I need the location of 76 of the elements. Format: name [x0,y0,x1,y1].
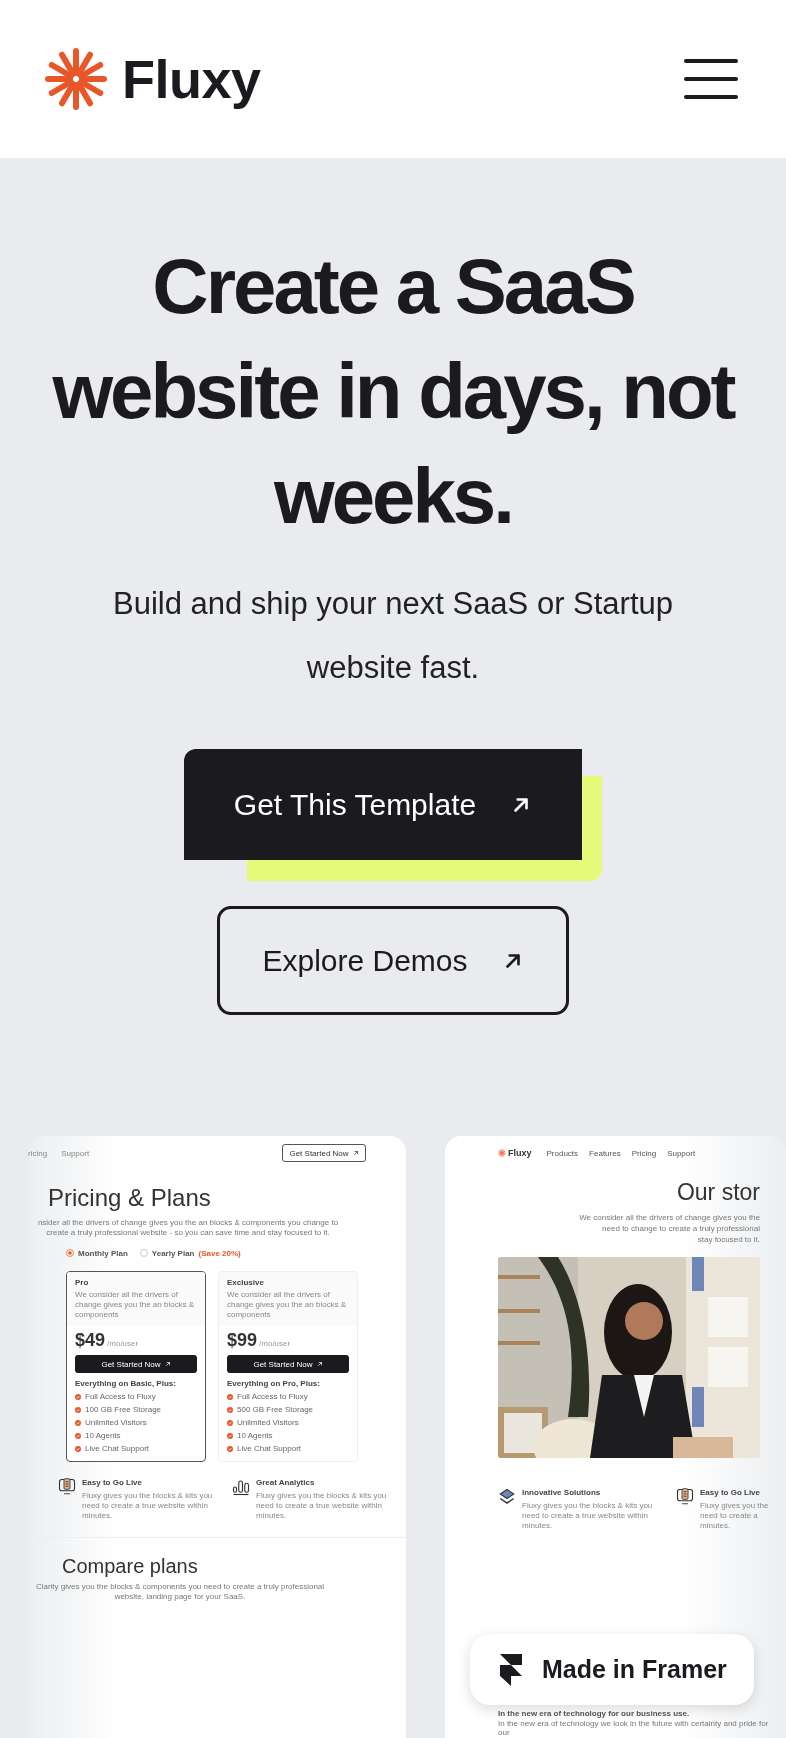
feature-title: Easy to Go Live [82,1478,144,1488]
article-heading: In the new era of technology for our business use. [498,1709,691,1719]
check-icon [75,1445,81,1452]
monitor-icon [58,1478,76,1496]
monitor-icon [676,1488,694,1506]
feature-item: Unlimited Visitors [85,1418,147,1427]
get-started-button[interactable]: Get Started Now [282,1144,366,1162]
feature-description: Fluxy gives you the need to create a minutes. [700,1501,769,1531]
hero-title: Create a SaaS website in days, not weeks. [51,241,736,542]
includes-label: Everything on Pro, Plus: [227,1379,321,1388]
check-icon [75,1406,81,1413]
check-icon [75,1419,81,1426]
arrow-up-right-icon [164,1361,171,1367]
plan-description: We consider all the drivers of change gives you the an blocks & components [227,1290,348,1320]
logo-icon [498,1149,506,1157]
section-title: Pricing & Plans [48,1184,212,1212]
check-icon [75,1393,81,1400]
feature-item: Full Access to Fluxy [85,1392,156,1401]
feature-item: Full Access to Fluxy [237,1392,308,1401]
feature-description: Fluxy gives you the blocks & kits you need to create a true website within minutes. [522,1501,653,1531]
framer-logo-icon [500,1653,522,1686]
logo-text[interactable]: Fluxy [122,48,261,110]
section-title: Our stor [675,1178,760,1206]
section-description: nsider all the drivers of change gives you the an blocks & components you change to create a truly professional website - so you can save time and stay focused to it. [36,1218,340,1238]
check-icon [227,1432,233,1439]
check-icon [227,1419,233,1426]
plan-price: $49 [75,1330,106,1351]
feature-item: Live Chat Support [237,1444,302,1453]
feature-title: Easy to Go Live [700,1488,762,1498]
feature-title: Innovative Solutions [522,1488,602,1498]
nav-link[interactable]: Products [546,1148,579,1158]
nav-link[interactable]: Features [589,1148,621,1158]
feature-item: 500 GB Free Storage [237,1405,314,1414]
arrow-up-right-icon [316,1361,323,1367]
made-in-framer-badge[interactable]: Made in Framer [470,1634,754,1705]
section-description: We consider all the drivers of change gives you the need to change to create a truly professional stay focused to it. [578,1212,760,1245]
check-icon [227,1406,233,1413]
menu-icon[interactable] [684,59,738,99]
radio-button[interactable] [66,1249,74,1257]
feature-item: 100 GB Free Storage [85,1405,162,1414]
section-description: Clarity gives you the blocks & components you need to create a truly professional website, landing page for your SaaS. [34,1582,326,1602]
check-icon [75,1432,81,1439]
price-period: /mo/user [259,1339,291,1348]
arrow-up-right-icon [352,1150,359,1156]
section-title: Compare plans [62,1554,199,1578]
article-text: In the new era of technology we look in the future with certainty and pride for our [498,1720,770,1737]
plan-name: Pro [75,1278,90,1288]
feature-item: Live Chat Support [85,1444,150,1453]
logo-text: Fluxy [508,1148,532,1158]
plan-option-label: Yearly Plan [151,1248,195,1258]
includes-label: Everything on Basic, Plus: [75,1379,177,1388]
feature-item: Unlimited Visitors [237,1418,299,1427]
layers-icon [498,1488,516,1506]
nav-link[interactable]: Support [61,1148,90,1158]
get-started-button[interactable]: Get Started Now [227,1355,349,1373]
get-template-button[interactable]: Get This Template [184,749,602,881]
feature-description: Fluxy gives you the blocks & kits you need to create a true website within minutes. [82,1491,214,1521]
get-started-button[interactable]: Get Started Now [75,1355,197,1373]
hero-subtitle: Build and ship your next SaaS or Startup website fast. [111,585,675,687]
feature-item: 10 Agents [85,1431,121,1440]
plan-description: We consider all the drivers of change gives you the an blocks & components [75,1290,196,1320]
bar-chart-icon [232,1478,250,1496]
plan-option-label: Monthly Plan [78,1248,128,1258]
nav-link[interactable]: Support [667,1148,696,1158]
feature-item: 10 Agents [237,1431,273,1440]
plan-price: $99 [227,1330,258,1351]
plan-name: Exclusive [227,1278,265,1288]
discount-note: (Save 20%) [198,1248,241,1258]
feature-title: Great Analytics [256,1478,316,1488]
price-period: /mo/user [107,1339,139,1348]
explore-demos-button[interactable]: Explore Demos [217,906,569,1015]
nav-link[interactable]: Pricing [631,1148,657,1158]
feature-description: Fluxy gives you the blocks & kits you need to create a true website within minutes. [256,1491,388,1521]
check-icon [227,1393,233,1400]
check-icon [227,1445,233,1452]
logo-icon [44,47,108,111]
